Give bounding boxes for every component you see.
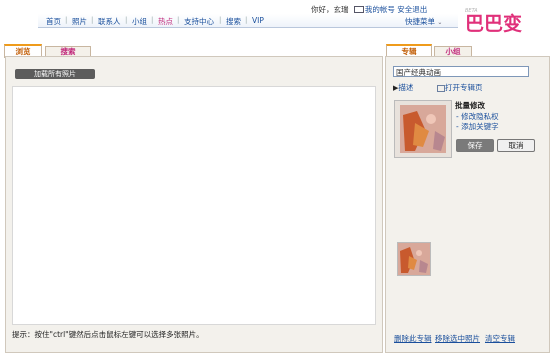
- delete-album-link[interactable]: 删除此专辑: [394, 333, 432, 344]
- svg-text:巴巴变: 巴巴变: [465, 12, 522, 34]
- shortcut-label: 快捷菜单: [405, 17, 435, 26]
- logout-link[interactable]: 安全退出: [397, 5, 427, 14]
- nav-separator: |: [219, 16, 222, 24]
- add-keyword-link[interactable]: - 添加关键字: [456, 121, 499, 132]
- photo-grid-area[interactable]: [12, 86, 376, 325]
- mail-icon: [353, 5, 364, 13]
- nav-photos[interactable]: 照片: [72, 16, 87, 27]
- nav-contacts[interactable]: 联系人: [98, 16, 121, 27]
- logo-graphic: BETA 巴巴变: [465, 8, 522, 35]
- album-photo-thumbnail[interactable]: [397, 242, 431, 276]
- nav-vip[interactable]: VIP: [252, 16, 264, 25]
- album-cover-thumbnail[interactable]: [394, 100, 452, 158]
- selection-hint: 提示：按住"ctrl"键然后点击鼠标左键可以选择多张照片。: [12, 330, 204, 339]
- my-account-link[interactable]: 我的帐号: [365, 5, 395, 14]
- nav-separator: |: [125, 16, 128, 24]
- remove-selected-photos-link[interactable]: 移除选中照片: [435, 333, 480, 344]
- edit-privacy-label: 修改隐私权: [461, 112, 499, 121]
- save-button[interactable]: 保存: [456, 139, 494, 152]
- describe-link[interactable]: 描述: [398, 83, 413, 92]
- clear-album-link[interactable]: 清空专辑: [485, 333, 515, 344]
- shortcut-menu[interactable]: 快捷菜单 ⌄: [405, 16, 442, 27]
- batch-edit-title: 批量修改: [455, 101, 485, 110]
- cancel-button[interactable]: 取消: [497, 139, 535, 152]
- open-album-page[interactable]: 打开专辑页: [437, 82, 483, 93]
- photo-image: [395, 101, 451, 157]
- nav-groups[interactable]: 小组: [132, 16, 147, 27]
- add-keyword-label: 添加关键字: [461, 122, 499, 131]
- main-nav: 首页 | 照片 | 联系人 | 小组 | 热点 | 支持中心 | 搜索 | VI…: [38, 14, 458, 28]
- site-logo[interactable]: BETA 巴巴变: [463, 4, 533, 35]
- nav-support[interactable]: 支持中心: [184, 16, 214, 27]
- nav-separator: |: [151, 16, 154, 24]
- open-album-page-link[interactable]: 打开专辑页: [445, 83, 483, 92]
- describe-toggle[interactable]: ▶描述: [393, 82, 413, 93]
- nav-separator: |: [91, 16, 94, 24]
- nav-separator: |: [245, 16, 248, 24]
- user-bar: 你好，玄瑞 我的帐号 安全退出: [311, 4, 461, 14]
- external-link-icon: [437, 84, 445, 92]
- nav-separator: |: [177, 16, 180, 24]
- photo-image: [398, 243, 430, 275]
- load-all-photos-button[interactable]: 加载所有照片: [15, 69, 95, 79]
- greeting-text: 你好，玄瑞: [311, 5, 349, 14]
- nav-home[interactable]: 首页: [46, 16, 61, 27]
- nav-separator: |: [65, 16, 68, 24]
- album-name-input[interactable]: 国产经典动画: [393, 66, 529, 77]
- chevron-down-icon: ⌄: [437, 19, 443, 26]
- nav-hot[interactable]: 热点: [158, 16, 173, 27]
- nav-search[interactable]: 搜索: [226, 16, 241, 27]
